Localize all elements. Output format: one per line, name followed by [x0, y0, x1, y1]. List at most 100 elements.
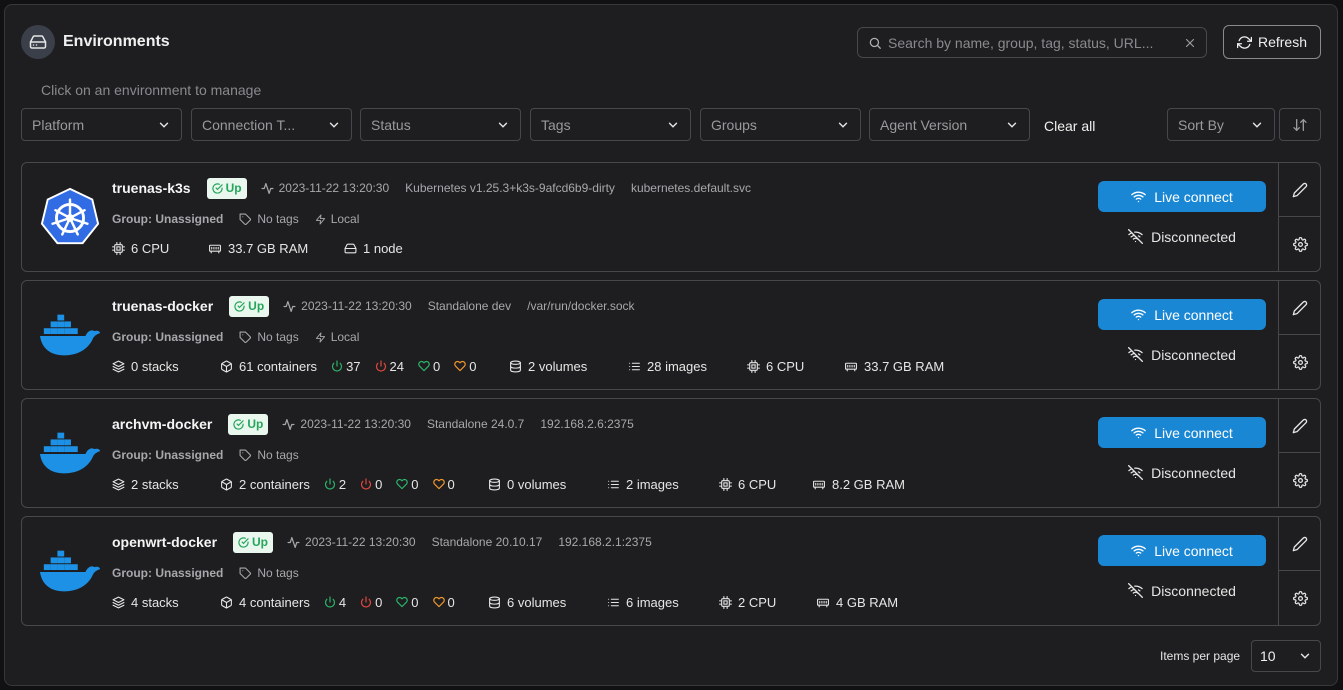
power-running-icon: [324, 596, 336, 608]
items-per-page-label: Items per page: [1160, 649, 1241, 663]
clear-search-icon[interactable]: [1184, 37, 1196, 49]
list-icon: [607, 596, 620, 609]
tag-icon: [239, 567, 252, 580]
refresh-icon: [1236, 35, 1252, 50]
chevron-down-icon: [157, 118, 171, 132]
environment-type: Kubernetes v1.25.3+k3s-9afcd6b9-dirty: [405, 181, 615, 195]
pencil-icon: [1292, 418, 1308, 434]
settings-button[interactable]: [1279, 335, 1321, 389]
connection-status: Disconnected: [1098, 457, 1266, 488]
settings-button[interactable]: [1279, 217, 1321, 271]
chevron-down-icon: [1298, 649, 1312, 663]
environment-card[interactable]: archvm-docker Up 2023-11-22 13:20:30 Standa…: [21, 398, 1321, 508]
zap-icon: [315, 331, 326, 343]
last-check-timestamp: 2023-11-22 13:20:30: [300, 417, 411, 431]
wifi-off-icon: [1128, 347, 1144, 362]
stopped-count: 24: [389, 358, 404, 374]
filter-groups[interactable]: Groups: [700, 108, 861, 141]
sort-by-select[interactable]: Sort By: [1167, 108, 1275, 141]
edit-button[interactable]: [1279, 517, 1321, 571]
list-icon: [607, 478, 620, 491]
images-count: 2 images: [626, 476, 679, 492]
layers-icon: [112, 360, 125, 373]
power-stopped-icon: [375, 360, 387, 372]
healthy-count: 0: [411, 476, 419, 492]
group-label: Group: Unassigned: [112, 212, 224, 226]
stacks-count: 0 stacks: [131, 358, 179, 374]
gear-icon: [1292, 590, 1308, 606]
tags-label: No tags: [257, 330, 299, 344]
group-label: Group: Unassigned: [112, 448, 224, 462]
heart-healthy-icon: [396, 596, 409, 608]
clear-all-button[interactable]: Clear all: [1044, 118, 1095, 134]
last-check-timestamp: 2023-11-22 13:20:30: [305, 535, 416, 549]
last-check-timestamp: 2023-11-22 13:20:30: [301, 299, 412, 313]
running-count: 37: [346, 358, 361, 374]
edit-button[interactable]: [1279, 281, 1321, 335]
filter-status[interactable]: Status: [360, 108, 521, 141]
gear-icon: [1292, 354, 1308, 370]
healthy-count: 0: [433, 358, 441, 374]
activity-icon: [283, 300, 296, 313]
node-count: 1 node: [363, 240, 403, 256]
live-connect-button[interactable]: Live connect: [1098, 417, 1266, 448]
items-per-page-select[interactable]: 10: [1251, 640, 1321, 672]
settings-button[interactable]: [1279, 453, 1321, 507]
wifi-off-icon: [1128, 583, 1144, 598]
refresh-button[interactable]: Refresh: [1223, 25, 1321, 59]
stopped-count: 0: [375, 476, 383, 492]
tags-label: No tags: [257, 212, 299, 226]
environment-card[interactable]: truenas-k3s Up 2023-11-22 13:20:30 Kuber…: [21, 162, 1321, 272]
sort-arrows-icon: [1292, 117, 1308, 133]
live-connect-button[interactable]: Live connect: [1098, 299, 1266, 330]
filter-connection-type[interactable]: Connection T...: [191, 108, 352, 141]
layers-icon: [112, 596, 125, 609]
images-count: 6 images: [626, 594, 679, 610]
memory-icon: [812, 478, 826, 491]
environment-card[interactable]: truenas-docker Up 2023-11-22 13:20:30 Stand…: [21, 280, 1321, 390]
edit-button[interactable]: [1279, 399, 1321, 453]
check-circle-icon: [234, 300, 245, 312]
connection-status: Disconnected: [1098, 339, 1266, 370]
running-count: 2: [338, 476, 347, 492]
chevron-down-icon: [666, 118, 680, 132]
database-icon: [509, 360, 522, 373]
filter-tags[interactable]: Tags: [530, 108, 691, 141]
settings-button[interactable]: [1279, 571, 1321, 625]
environment-url: /var/run/docker.sock: [527, 299, 635, 313]
environment-url: 192.168.2.1:2375: [558, 535, 652, 549]
chevron-down-icon: [496, 118, 510, 132]
sort-direction-button[interactable]: [1279, 108, 1321, 141]
search-input[interactable]: [888, 34, 1184, 51]
wifi-off-icon: [1128, 229, 1144, 244]
filter-platform[interactable]: Platform: [21, 108, 182, 141]
volumes-count: 6 volumes: [507, 594, 567, 610]
volumes-count: 2 volumes: [528, 358, 588, 374]
wifi-icon: [1131, 543, 1146, 558]
edit-button[interactable]: [1279, 163, 1321, 217]
environment-card[interactable]: openwrt-docker Up 2023-11-22 13:20:30 Stand…: [21, 516, 1321, 626]
zap-icon: [315, 213, 326, 225]
heart-unhealthy-icon: [432, 478, 445, 490]
tag-icon: [239, 213, 252, 226]
refresh-label: Refresh: [1257, 34, 1308, 50]
group-label: Group: Unassigned: [112, 566, 224, 580]
connection-status: Disconnected: [1098, 221, 1266, 252]
check-circle-icon: [211, 182, 223, 194]
chevron-down-icon: [1005, 118, 1019, 132]
live-connect-button[interactable]: Live connect: [1098, 181, 1266, 212]
docker-logo-icon: [38, 539, 102, 603]
status-badge: Up: [206, 177, 247, 199]
search-box[interactable]: [857, 27, 1207, 58]
wifi-icon: [1131, 189, 1146, 204]
power-running-icon: [324, 478, 336, 490]
search-icon: [868, 36, 882, 50]
unhealthy-count: 0: [447, 476, 455, 492]
cpu-icon: [719, 477, 732, 491]
live-connect-button[interactable]: Live connect: [1098, 535, 1266, 566]
panel-header: Environments: [21, 25, 170, 59]
wifi-icon: [1131, 307, 1146, 322]
filter-agent-version[interactable]: Agent Version: [869, 108, 1030, 141]
memory-icon: [816, 596, 830, 609]
heart-healthy-icon: [396, 478, 409, 490]
